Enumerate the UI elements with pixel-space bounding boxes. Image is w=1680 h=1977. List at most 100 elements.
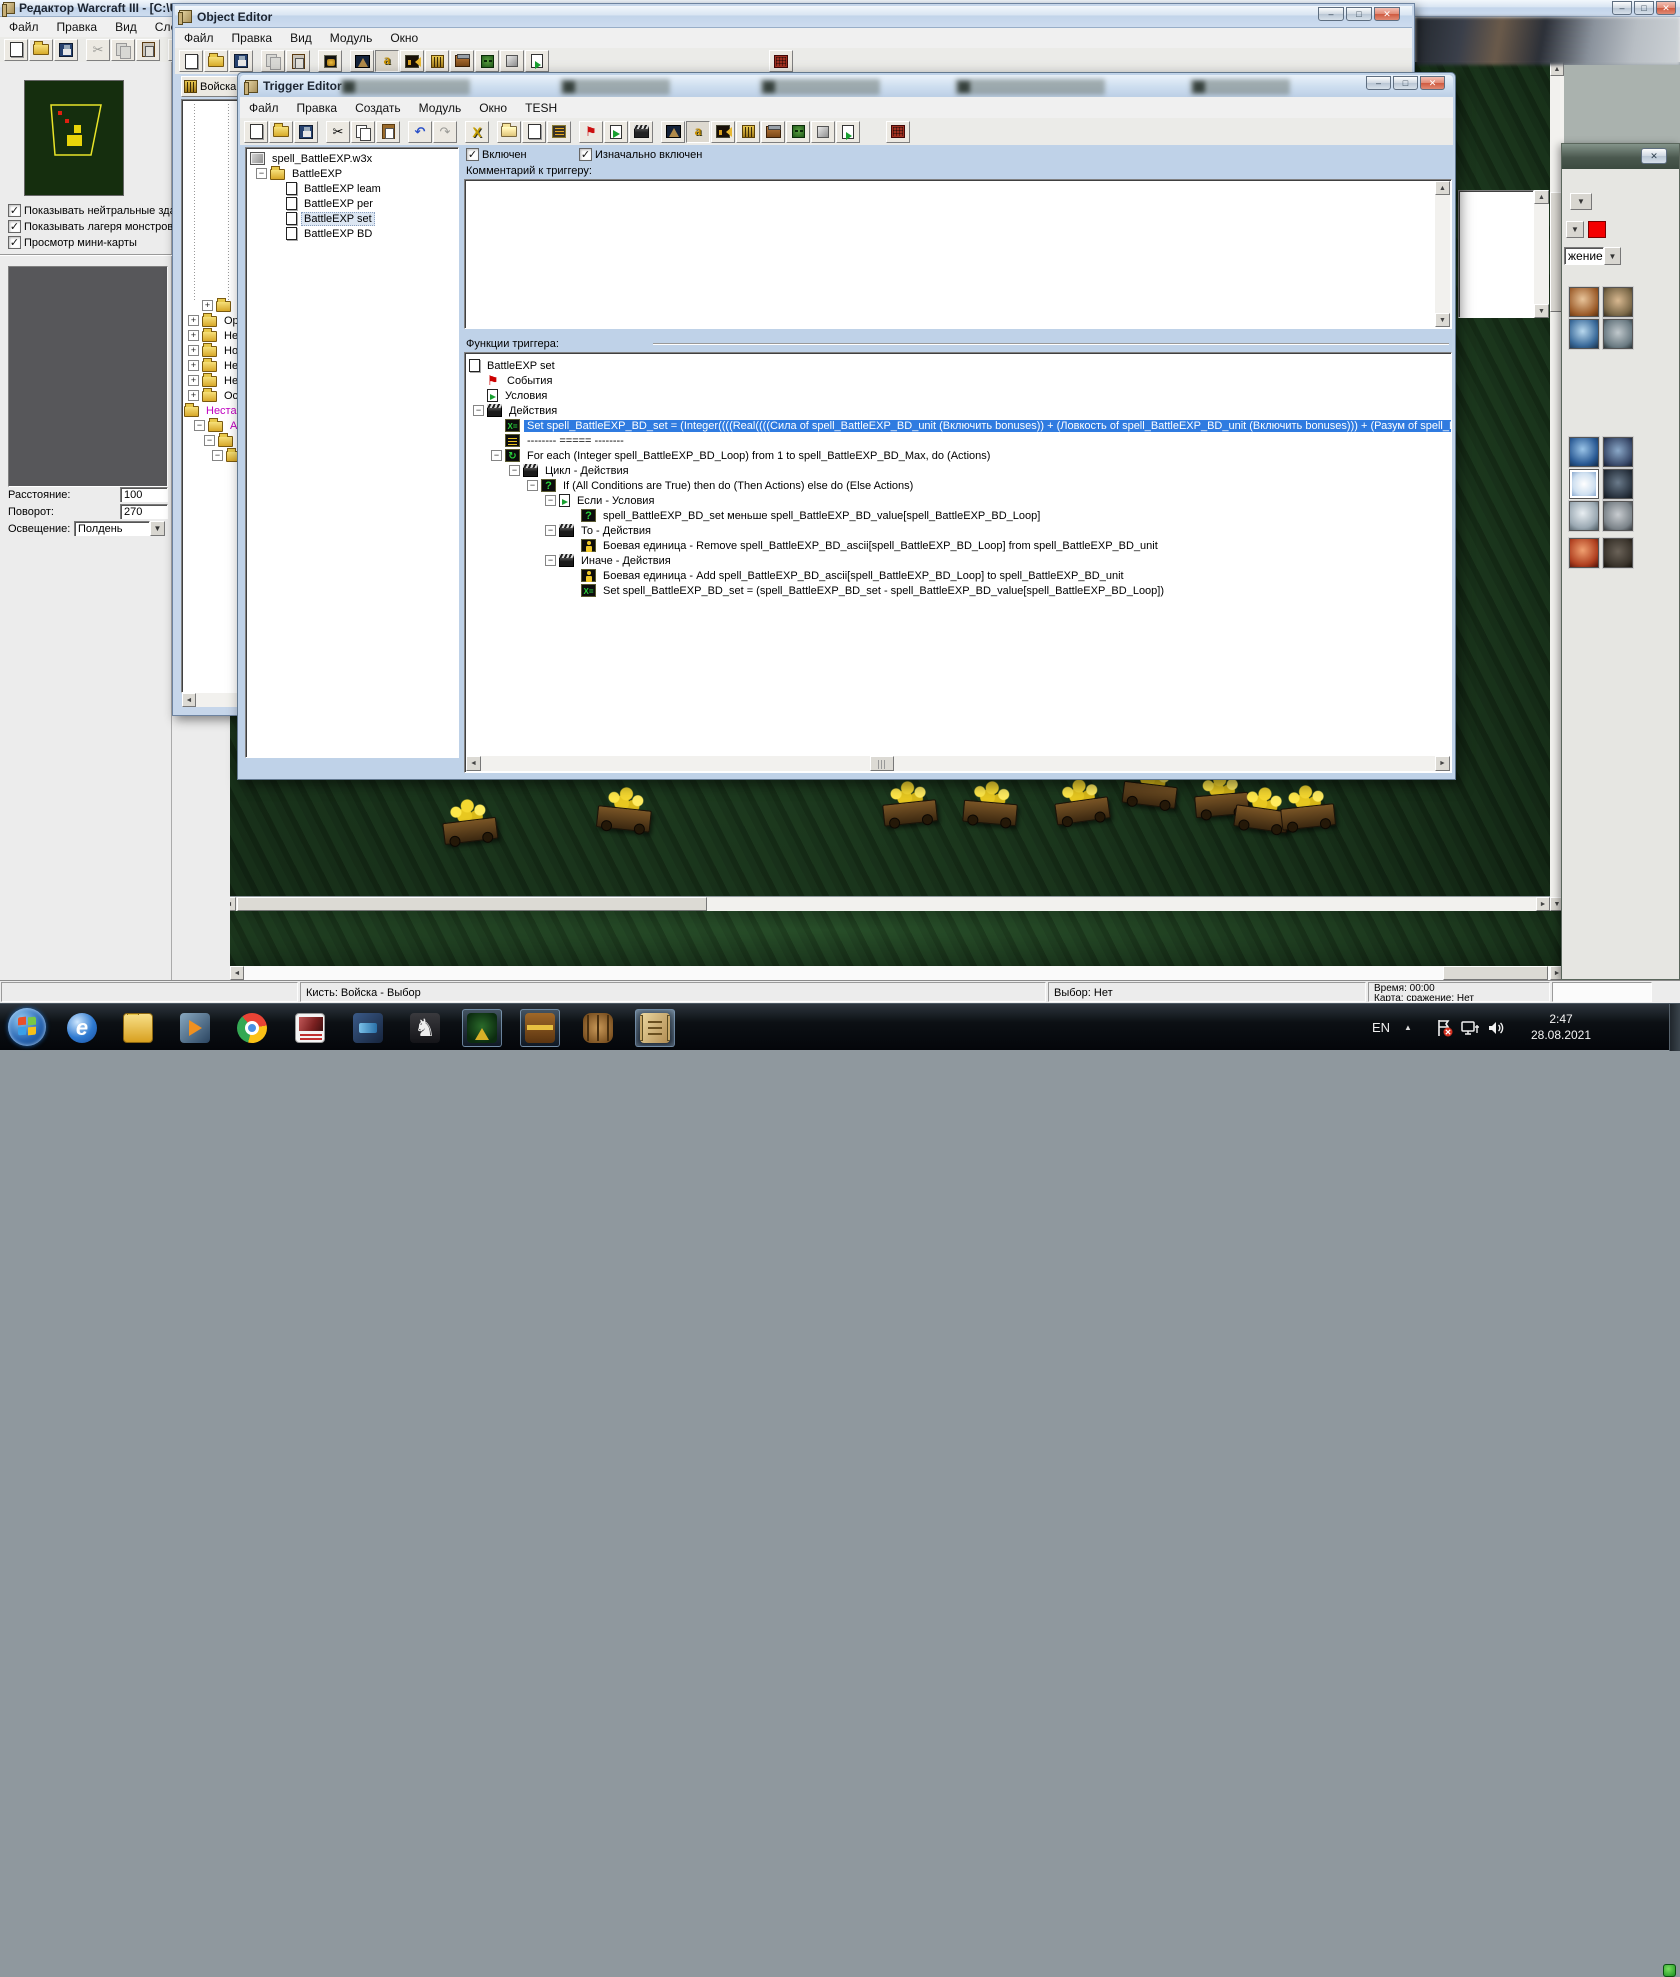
oe-sound-editor-icon[interactable] [400, 50, 424, 72]
te-new-button[interactable] [244, 120, 268, 143]
function-row-remove-action[interactable]: Боевая единица - Remove spell_BattleEXP_… [581, 538, 1451, 553]
gold-chest-sprite[interactable] [438, 795, 501, 846]
oe-terrain-editor-icon[interactable] [350, 50, 374, 72]
show-neutral-buildings-checkbox[interactable]: ✓ [8, 204, 21, 217]
palette-combo3-field[interactable]: жение [1564, 247, 1604, 265]
oe-menu-view[interactable]: Вид [281, 28, 321, 48]
hscroll-thumb[interactable] [870, 756, 894, 771]
hscroll-thumb[interactable] [1443, 966, 1548, 980]
oe-tree-panel[interactable]: + +Орд +Неж +Ноч +Ней +Ней +Осо Нестан −… [181, 99, 239, 693]
object-editor-minimize-button[interactable]: – [1318, 7, 1344, 21]
oe-grid-tool-icon[interactable] [769, 50, 793, 72]
oe-tree-row[interactable]: +Ноч [182, 343, 238, 358]
oe-tree-row[interactable]: +Осо [182, 388, 238, 403]
oe-tree-row[interactable]: +Ней [182, 373, 238, 388]
function-row-then-actions[interactable]: − То - Действия [545, 523, 1451, 538]
terrain-hscrollbar-upper[interactable]: ◄ ► [222, 897, 1550, 911]
unit-portrait-icon[interactable] [1569, 319, 1599, 349]
te-copy-button[interactable] [351, 120, 375, 143]
unit-portrait-icon[interactable] [1603, 469, 1633, 499]
main-menu-file[interactable]: Файл [0, 17, 48, 37]
trigger-row-selected[interactable]: BattleEXP set [246, 211, 458, 226]
main-minimize-button[interactable]: – [1612, 1, 1632, 15]
te-menu-window[interactable]: Окно [470, 98, 516, 118]
object-editor-titlebar[interactable]: Object Editor [175, 6, 1412, 28]
terrain-strip[interactable] [222, 911, 1564, 966]
tray-action-center-icon[interactable] [1434, 1018, 1454, 1038]
taskbar-blue-app-icon[interactable] [348, 1009, 388, 1047]
trigger-maximize-button[interactable]: □ [1393, 76, 1418, 90]
minimap-preview-checkbox[interactable]: ✓ [8, 236, 21, 249]
taskbar-chrome-icon[interactable] [232, 1009, 272, 1047]
scroll-left-arrow[interactable]: ◄ [466, 756, 481, 771]
oe-menu-module[interactable]: Модуль [321, 28, 382, 48]
main-maximize-button[interactable]: □ [1634, 1, 1654, 15]
oe-open-button[interactable] [204, 50, 228, 72]
trigger-minimize-button[interactable]: – [1366, 76, 1391, 90]
function-row-events[interactable]: ⚑ События [487, 373, 1451, 388]
oe-tree-row[interactable]: − [182, 448, 238, 463]
oe-copy-button[interactable] [261, 50, 285, 72]
unit-portrait-icon[interactable] [1603, 538, 1633, 568]
te-object-manager-icon[interactable] [811, 120, 835, 143]
te-trigger-editor-icon[interactable]: a [686, 120, 710, 143]
object-editor-maximize-button[interactable]: □ [1346, 7, 1372, 21]
tray-language-indicator[interactable]: EN [1372, 1020, 1390, 1035]
oe-tree-row[interactable]: +Неж [182, 328, 238, 343]
taskbar-chest-app-icon[interactable] [520, 1009, 560, 1047]
te-menu-file[interactable]: Файл [240, 98, 288, 118]
save-map-button[interactable] [54, 38, 78, 61]
unit-portrait-icon[interactable] [1603, 319, 1633, 349]
oe-tree-row[interactable]: +Орд [182, 313, 238, 328]
scroll-down-arrow[interactable]: ▼ [1435, 313, 1450, 327]
te-new-action-button[interactable] [629, 120, 653, 143]
taskbar-image-app-icon[interactable] [290, 1009, 330, 1047]
oe-object-manager-icon[interactable] [500, 50, 524, 72]
palette-combo3-arrow[interactable]: ▼ [1604, 247, 1621, 265]
map-root-row[interactable]: spell_BattleEXP.w3x [246, 151, 458, 166]
unit-portrait-icon[interactable] [1569, 538, 1599, 568]
trigger-map-tree[interactable]: spell_BattleEXP.w3x − BattleEXP BattleEXP… [245, 147, 459, 758]
tray-network-icon[interactable] [1460, 1018, 1480, 1038]
function-row-if-conditions[interactable]: − Если - Условия [545, 493, 1451, 508]
distance-field[interactable]: 100 [120, 487, 168, 502]
scroll-right-arrow[interactable]: ► [1435, 756, 1450, 771]
unit-portrait-icon[interactable] [1603, 501, 1633, 531]
te-undo-button[interactable]: ↶ [408, 120, 432, 143]
hscroll-thumb[interactable] [237, 897, 707, 911]
show-creep-camps-checkbox[interactable]: ✓ [8, 220, 21, 233]
oe-brush-list-icon[interactable] [318, 50, 342, 72]
te-script-check-icon[interactable] [886, 120, 910, 143]
function-row-loop-actions[interactable]: − Цикл - Действия [509, 463, 1451, 478]
te-object-editor-icon[interactable] [736, 120, 760, 143]
taskbar-chess-app-icon[interactable]: ♞ [405, 1009, 445, 1047]
unit-portrait-icon[interactable] [1603, 287, 1633, 317]
oe-tree-hscrollbar[interactable]: ◄ [182, 693, 238, 707]
lighting-dropdown-arrow[interactable]: ▼ [150, 521, 165, 536]
terrain-hscrollbar-lower[interactable]: ◄ ► [230, 966, 1564, 980]
function-row-actions[interactable]: − Действия [473, 403, 1451, 418]
unit-portrait-icon[interactable] [1569, 469, 1599, 499]
te-import-manager-icon[interactable] [836, 120, 860, 143]
te-paste-button[interactable] [376, 120, 400, 143]
gold-chest-sprite[interactable] [878, 777, 940, 827]
oe-menu-edit[interactable]: Правка [223, 28, 282, 48]
function-row-trigger-name[interactable]: BattleEXP set [469, 358, 1451, 373]
rotation-field[interactable]: 270 [120, 504, 168, 519]
function-row-set-variable2[interactable]: Set spell_BattleEXP_BD_set = (spell_Batt… [581, 583, 1451, 598]
function-row-else-actions[interactable]: − Иначе - Действия [545, 553, 1451, 568]
main-menu-edit[interactable]: Правка [48, 17, 107, 37]
scroll-up-arrow[interactable]: ▲ [1435, 181, 1450, 195]
te-terrain-editor-icon[interactable] [661, 120, 685, 143]
oe-paste-button[interactable] [286, 50, 310, 72]
taskbar-media-app-icon[interactable] [175, 1009, 215, 1047]
comment-vscrollbar[interactable]: ▲ ▼ [1435, 181, 1450, 327]
oe-tree-row[interactable]: +Ней [182, 358, 238, 373]
function-row-conditions[interactable]: Условия [487, 388, 1451, 403]
te-new-category-button[interactable] [497, 120, 521, 143]
unit-portrait-icon[interactable] [1569, 287, 1599, 317]
main-menu-view[interactable]: Вид [106, 17, 146, 37]
trigger-enabled-checkbox[interactable]: ✓ [466, 148, 479, 161]
trigger-row[interactable]: BattleEXP leam [246, 181, 458, 196]
te-menu-edit[interactable]: Правка [288, 98, 347, 118]
